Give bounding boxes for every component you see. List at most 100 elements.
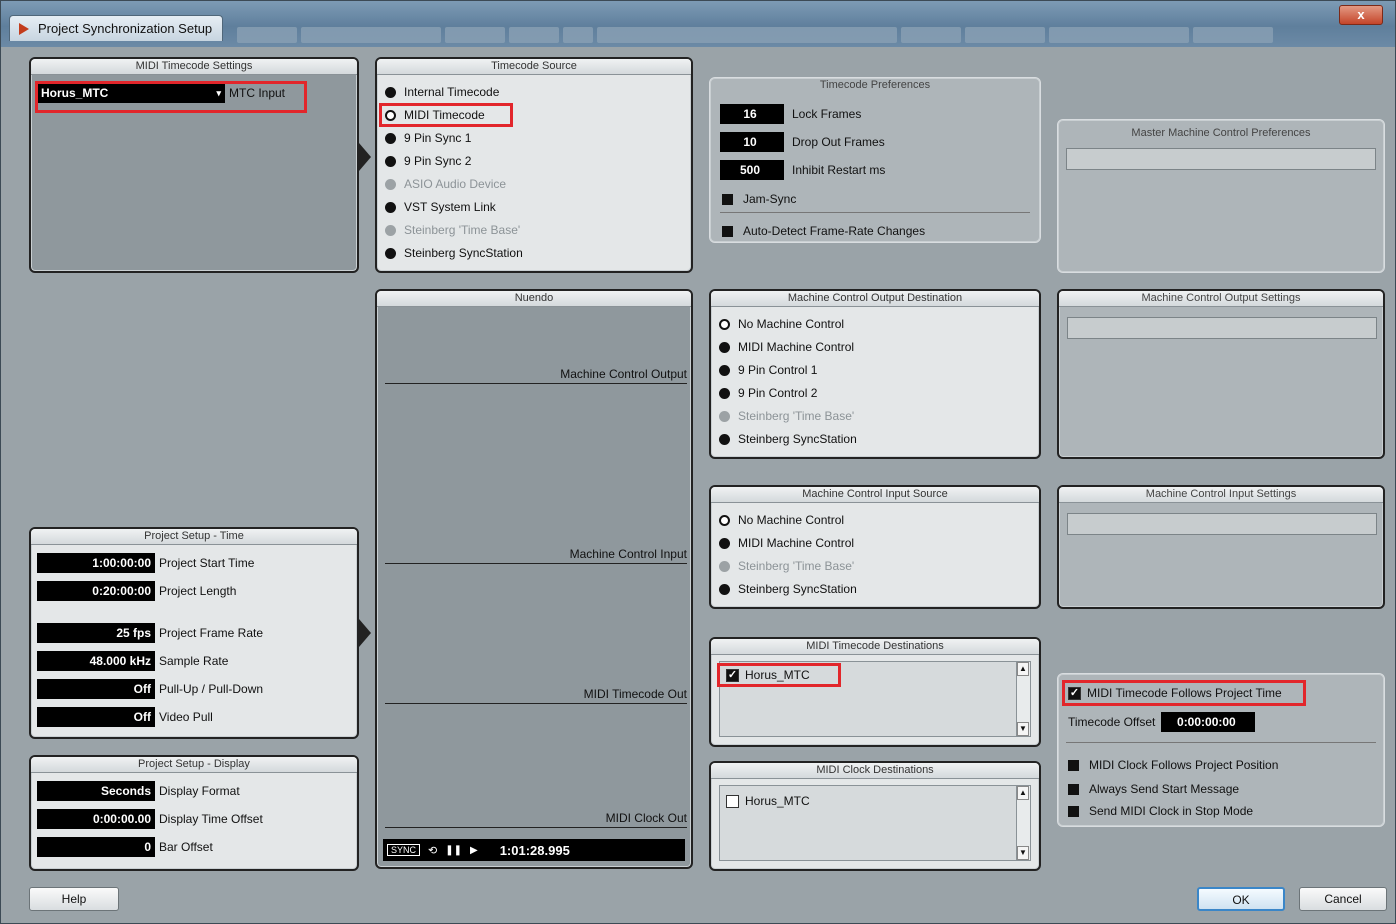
setting-label: Sample Rate [159, 654, 229, 668]
panel-title: Machine Control Output Settings [1059, 291, 1383, 307]
radio-option-label: ASIO Audio Device [404, 177, 507, 191]
loop-icon[interactable]: ⟲ [428, 844, 437, 857]
lock-frames-stepper[interactable]: 16 [720, 104, 784, 124]
radio-option[interactable]: Steinberg SyncStation [719, 432, 857, 446]
setting-label: Video Pull [159, 710, 213, 724]
mc-output-destination-panel: Machine Control Output Destination No Ma… [709, 289, 1041, 459]
radio-option[interactable]: 9 Pin Sync 2 [385, 154, 471, 168]
setting-row: 0:20:00:00 Project Length [37, 581, 236, 601]
radio-option[interactable]: No Machine Control [719, 513, 844, 527]
mc-output-settings-panel: Machine Control Output Settings [1057, 289, 1385, 459]
setting-value-field[interactable]: 0 [37, 837, 155, 857]
radio-option-label: MIDI Machine Control [738, 340, 855, 354]
radio-option[interactable]: No Machine Control [719, 317, 844, 331]
clock-destinations-list: Horus_MTC ▲ ▼ [719, 785, 1031, 861]
jam-sync-toggle[interactable]: Jam-Sync [722, 192, 796, 206]
scroll-up-icon[interactable]: ▲ [1017, 662, 1029, 676]
always-start-toggle[interactable]: Always Send Start Message [1068, 782, 1239, 796]
window-title-tab: Project Synchronization Setup [9, 15, 224, 41]
scrollbar[interactable]: ▲ ▼ [1016, 662, 1030, 736]
radio-icon [385, 201, 396, 213]
connector-line [385, 703, 687, 704]
setting-value-field[interactable]: 25 fps [37, 623, 155, 643]
ok-button[interactable]: OK [1197, 887, 1285, 911]
radio-option[interactable]: Steinberg SyncStation [385, 246, 523, 260]
radio-option[interactable]: Internal Timecode [385, 85, 499, 99]
radio-icon [385, 132, 396, 144]
drop-out-frames-label: Drop Out Frames [792, 135, 885, 149]
clock-follows-toggle[interactable]: MIDI Clock Follows Project Position [1068, 758, 1278, 772]
radio-option-label: 9 Pin Sync 1 [404, 131, 472, 145]
clock-destination-item[interactable]: Horus_MTC [726, 794, 810, 808]
radio-option[interactable]: MIDI Machine Control [719, 340, 854, 354]
setting-value-field[interactable]: Off [37, 679, 155, 699]
toggle-square-icon [722, 225, 733, 237]
highlight-box [35, 81, 307, 113]
drop-out-frames-stepper[interactable]: 10 [720, 132, 784, 152]
checkbox-unchecked-icon[interactable] [726, 794, 739, 808]
setting-label: Project Start Time [159, 556, 255, 570]
inhibit-restart-stepper[interactable]: 500 [720, 160, 784, 180]
setting-value-field[interactable]: 1:00:00:00 [37, 553, 155, 573]
auto-detect-toggle[interactable]: Auto-Detect Frame-Rate Changes [722, 224, 925, 238]
close-button[interactable]: x [1339, 5, 1383, 25]
setting-value-field[interactable]: 48.000 kHz [37, 651, 155, 671]
setting-value-field[interactable]: 0:20:00:00 [37, 581, 155, 601]
auto-detect-label: Auto-Detect Frame-Rate Changes [743, 224, 926, 238]
radio-icon [719, 433, 730, 445]
radio-option: Steinberg 'Time Base' [719, 559, 854, 573]
radio-icon [719, 583, 730, 595]
panel-title: Project Setup - Display [31, 757, 357, 773]
toggle-square-icon [722, 193, 733, 205]
radio-option[interactable]: Steinberg SyncStation [719, 582, 857, 596]
clock-out-label: MIDI Clock Out [605, 811, 687, 825]
play-icon[interactable]: ▶ [470, 845, 478, 856]
setting-value-field[interactable]: 0:00:00.00 [37, 809, 155, 829]
clock-destination-label: Horus_MTC [745, 794, 810, 808]
pause-icon[interactable]: ❚❚ [445, 845, 462, 856]
stop-mode-label: Send MIDI Clock in Stop Mode [1089, 804, 1254, 818]
setting-row: Off Video Pull [37, 707, 213, 727]
panel-title: Master Machine Control Preferences [1131, 127, 1311, 139]
scroll-down-icon[interactable]: ▼ [1017, 722, 1029, 736]
setting-row: 1:00:00:00 Project Start Time [37, 553, 254, 573]
scroll-up-icon[interactable]: ▲ [1017, 786, 1029, 800]
connector-arrow [359, 619, 371, 647]
timecode-offset-field[interactable]: 0:00:00:00 [1161, 712, 1256, 732]
scroll-down-icon[interactable]: ▼ [1017, 846, 1029, 860]
setting-value-field[interactable]: Off [37, 707, 155, 727]
radio-option-label: Steinberg SyncStation [738, 582, 857, 596]
radio-option[interactable]: 9 Pin Control 2 [719, 386, 817, 400]
midi-timecode-settings-panel: MIDI Timecode Settings Horus_MTC ▾ MTC I… [29, 57, 359, 273]
radio-option-label: Steinberg SyncStation [738, 432, 857, 446]
radio-option-label: MIDI Machine Control [738, 536, 855, 550]
help-button[interactable]: Help [29, 887, 119, 911]
connector-arrow [359, 143, 371, 171]
setting-row: Off Pull-Up / Pull-Down [37, 679, 263, 699]
dialog-window: Project Synchronization Setup x MIDI Tim… [0, 0, 1396, 924]
radio-option[interactable]: VST System Link [385, 200, 496, 214]
radio-option[interactable]: 9 Pin Sync 1 [385, 131, 471, 145]
stop-mode-toggle[interactable]: Send MIDI Clock in Stop Mode [1068, 804, 1253, 818]
transport-time: 1:01:28.995 [499, 842, 570, 858]
panel-title: Machine Control Input Source [711, 487, 1039, 503]
cancel-button[interactable]: Cancel [1299, 887, 1387, 911]
panel-title: MIDI Timecode Destinations [711, 639, 1039, 655]
setting-row: Seconds Display Format [37, 781, 240, 801]
mc-input-settings-panel: Machine Control Input Settings [1057, 485, 1385, 609]
sync-button[interactable]: SYNC [387, 844, 421, 856]
timecode-preferences-panel: Timecode Preferences 16 Lock Frames 10 D… [709, 77, 1041, 243]
radio-option-label: Internal Timecode [404, 85, 500, 99]
radio-option-label: Steinberg 'Time Base' [738, 559, 855, 573]
setting-row: 25 fps Project Frame Rate [37, 623, 263, 643]
clock-destinations-panel: MIDI Clock Destinations Horus_MTC ▲ ▼ [709, 761, 1041, 871]
toggle-square-icon [1068, 783, 1079, 795]
scrollbar[interactable]: ▲ ▼ [1016, 786, 1030, 860]
always-start-label: Always Send Start Message [1089, 782, 1240, 796]
divider [720, 212, 1030, 213]
radio-option[interactable]: 9 Pin Control 1 [719, 363, 817, 377]
radio-icon [385, 224, 396, 236]
setting-value-field[interactable]: Seconds [37, 781, 155, 801]
taskbar-tabs-blurred [237, 25, 1337, 45]
radio-option[interactable]: MIDI Machine Control [719, 536, 854, 550]
